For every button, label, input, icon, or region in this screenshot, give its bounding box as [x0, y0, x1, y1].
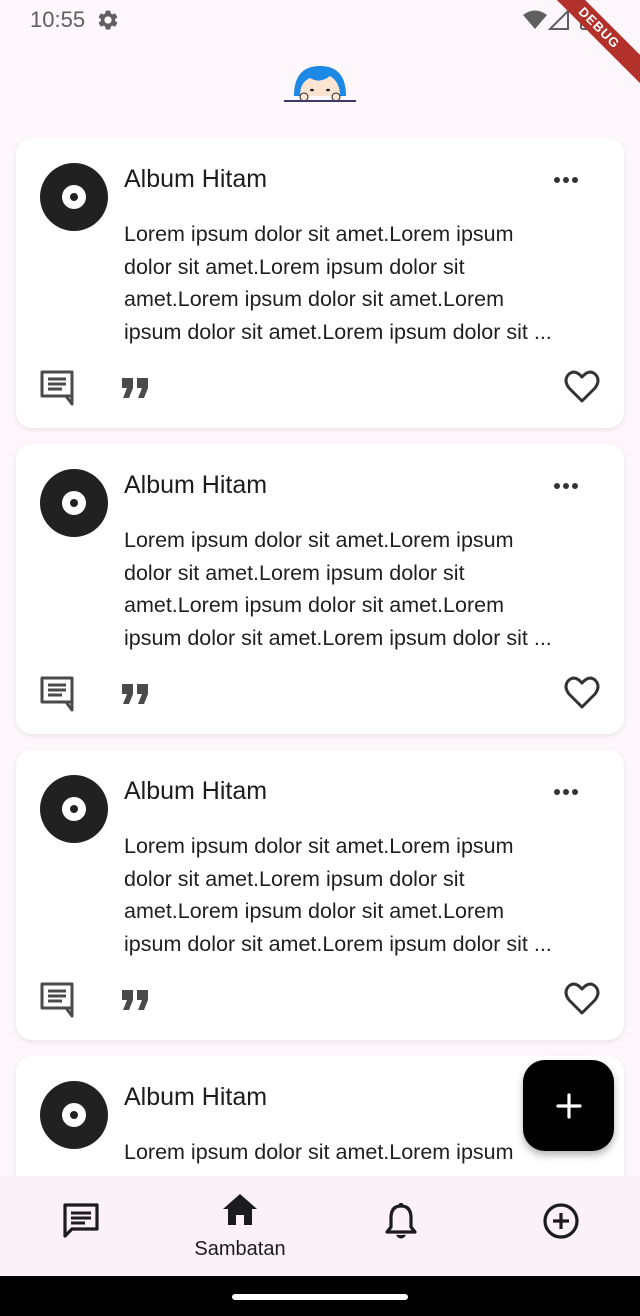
post-body-line: ipsum dolor sit amet.Lorem ipsum dolor s… [124, 319, 552, 344]
plus-icon [555, 1092, 582, 1119]
quote-icon[interactable] [118, 676, 154, 712]
post-body-line: Lorem ipsum dolor sit amet.Lorem ipsum [124, 528, 514, 552]
more-options-icon[interactable] [552, 168, 580, 192]
post-body-line: amet.Lorem ipsum dolor sit amet.Lorem [124, 287, 504, 311]
status-time: 10:55 [30, 7, 86, 32]
post-body-line: amet.Lorem ipsum dolor sit amet.Lorem [124, 899, 504, 923]
chat-icon [63, 1203, 99, 1238]
home-icon [223, 1194, 257, 1225]
heart-icon[interactable] [564, 676, 600, 710]
post-card[interactable]: Album Hitam Lorem ipsum dolor sit amet.L… [16, 444, 624, 734]
home-gesture-pill[interactable] [232, 1294, 408, 1300]
post-body: Lorem ipsum dolor sit amet.Lorem ipsum d… [124, 830, 604, 960]
add-post-fab[interactable] [523, 1060, 614, 1151]
nav-item-home[interactable]: Sambatan [160, 1176, 320, 1276]
bell-icon [385, 1203, 417, 1239]
add-circle-icon [543, 1203, 579, 1239]
post-title: Album Hitam [124, 1083, 268, 1111]
comment-icon[interactable] [38, 980, 78, 1020]
quote-icon[interactable] [118, 982, 154, 1018]
post-card[interactable]: Album Hitam Lorem ipsum dolor sit amet.L… [16, 750, 624, 1040]
album-disc-icon [40, 1081, 108, 1149]
nav-item-notifications[interactable] [320, 1176, 480, 1276]
post-card[interactable]: Album Hitam Lorem ipsum dolor sit amet.L… [16, 138, 624, 428]
post-title: Album Hitam [124, 777, 268, 805]
heart-icon[interactable] [564, 370, 600, 404]
post-body-line: ipsum dolor sit amet.Lorem ipsum dolor s… [124, 931, 552, 956]
system-navigation-bar [0, 1276, 640, 1316]
app-logo [280, 60, 360, 113]
wifi-icon [523, 10, 547, 29]
post-body-line: ipsum dolor sit amet.Lorem ipsum dolor s… [124, 625, 552, 650]
nav-item-chat[interactable] [0, 1176, 160, 1276]
post-body-line: dolor sit amet.Lorem ipsum dolor sit [124, 254, 465, 279]
signal-icon [547, 8, 569, 30]
quote-icon[interactable] [118, 370, 154, 406]
post-body: Lorem ipsum dolor sit amet.Lorem ipsum d… [124, 218, 604, 348]
album-disc-icon [40, 469, 108, 537]
post-body-line: Lorem ipsum dolor sit amet.Lorem ipsum [124, 222, 514, 246]
post-title: Album Hitam [124, 471, 268, 499]
post-feed[interactable]: Album Hitam Lorem ipsum dolor sit amet.L… [0, 138, 640, 1176]
bottom-navigation: Sambatan [0, 1176, 640, 1276]
post-body-line: Lorem ipsum dolor sit amet.Lorem ipsum [124, 834, 514, 858]
more-options-icon[interactable] [552, 780, 580, 804]
comment-icon[interactable] [38, 368, 78, 408]
post-title: Album Hitam [124, 165, 268, 193]
album-disc-icon [40, 163, 108, 231]
status-bar: 10:55 [0, 0, 640, 40]
comment-icon[interactable] [38, 674, 78, 714]
post-body: Lorem ipsum dolor sit amet.Lorem ipsum d… [124, 524, 604, 654]
post-body-line: dolor sit amet.Lorem ipsum dolor sit [124, 560, 465, 585]
post-body-line: dolor sit amet.Lorem ipsum dolor sit [124, 866, 465, 891]
album-disc-icon [40, 775, 108, 843]
more-options-icon[interactable] [552, 474, 580, 498]
heart-icon[interactable] [564, 982, 600, 1016]
nav-item-add[interactable] [480, 1176, 640, 1276]
settings-gear-icon [96, 8, 120, 37]
nav-label-home: Sambatan [194, 1238, 286, 1260]
post-body-line: amet.Lorem ipsum dolor sit amet.Lorem [124, 593, 504, 617]
